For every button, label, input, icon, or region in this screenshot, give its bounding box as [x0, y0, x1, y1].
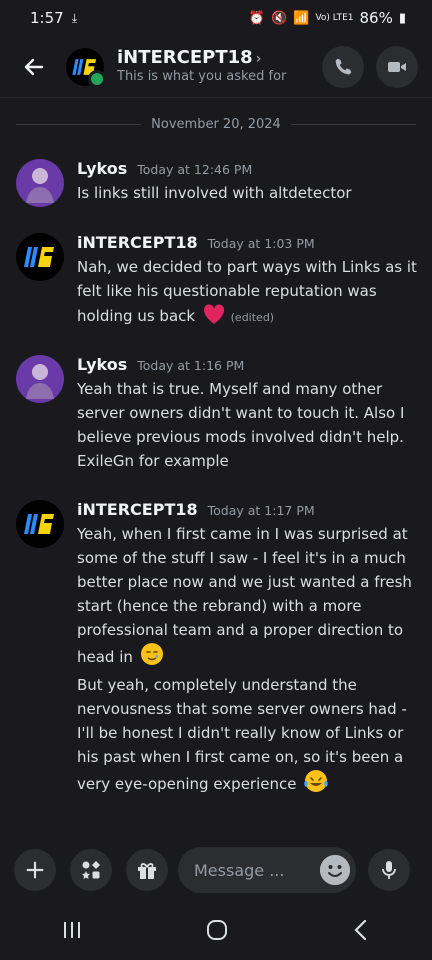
home-icon — [207, 920, 227, 940]
red-heart-emoji-icon — [203, 304, 224, 324]
download-icon: ⤓ — [71, 10, 77, 25]
message-author[interactable]: Lykos — [77, 355, 127, 374]
wifi-icon: 📶 — [293, 10, 310, 26]
message-input[interactable] — [192, 859, 296, 881]
channel-subtitle: This is what you asked for — [117, 69, 287, 85]
network-label: Vo) LTE1 — [315, 13, 354, 23]
message-text: But yeah, completely understand the nerv… — [77, 676, 407, 793]
phone-icon — [335, 58, 352, 74]
mute-icon: 🔇 — [271, 10, 288, 26]
message[interactable]: iNTERCEPT18 Today at 1:17 PM Yeah, when … — [16, 500, 420, 796]
channel-title: iNTERCEPT18 — [117, 47, 253, 69]
online-status-dot — [88, 69, 106, 88]
back-button[interactable] — [20, 53, 48, 81]
home-button[interactable] — [205, 918, 229, 946]
message-timestamp: Today at 1:03 PM — [207, 236, 315, 251]
chevron-left-icon — [354, 919, 367, 941]
message-text: Yeah that is true. Myself and many other… — [77, 380, 405, 470]
battery-icon: ▮ — [398, 10, 406, 26]
date-divider: November 20, 2024 — [16, 117, 416, 132]
message-author[interactable]: Lykos — [77, 159, 127, 178]
voice-message-button[interactable] — [368, 849, 410, 891]
smiling-tear-emoji-icon — [140, 643, 163, 665]
divider-line — [16, 124, 142, 125]
message-content: Nah, we decided to part ways with Links … — [77, 255, 420, 330]
message-author[interactable]: iNTERCEPT18 — [77, 500, 198, 519]
message-content: But yeah, completely understand the nerv… — [77, 673, 420, 796]
message-text: Is links still involved with altdetector — [77, 184, 352, 202]
video-camera-icon — [388, 61, 406, 72]
battery-level: 86% — [359, 9, 393, 27]
message[interactable]: iNTERCEPT18 Today at 1:03 PM Nah, we dec… — [16, 233, 420, 330]
recent-apps-icon — [64, 922, 80, 938]
divider-line — [290, 124, 416, 125]
apps-icon — [82, 861, 100, 879]
alarm-icon: ⏰ — [248, 10, 266, 26]
message-timestamp: Today at 1:17 PM — [207, 503, 315, 518]
edited-label: (edited) — [230, 311, 275, 324]
back-nav-button[interactable] — [351, 918, 371, 946]
message[interactable]: Lykos Today at 12:46 PM Is links still i… — [16, 159, 420, 207]
emoji-icon — [320, 855, 350, 885]
date-label: November 20, 2024 — [151, 117, 281, 132]
intercept18-avatar[interactable] — [16, 500, 64, 548]
tears-of-joy-emoji-icon — [304, 770, 329, 792]
arrow-left-icon — [24, 58, 44, 75]
recent-apps-button[interactable] — [61, 920, 83, 944]
channel-header: iNTERCEPT18 › This is what you asked for — [0, 36, 432, 98]
gift-button[interactable] — [126, 849, 168, 891]
intercept18-avatar[interactable] — [16, 233, 64, 281]
chevron-right-icon: › — [255, 51, 262, 68]
message-author[interactable]: iNTERCEPT18 — [77, 233, 198, 252]
lykos-avatar[interactable] — [16, 159, 64, 207]
status-bar: 1:57 ⤓ ⏰ 🔇 📶 Vo) LTE1 86% ▮ — [0, 0, 432, 36]
status-time: 1:57 — [30, 9, 64, 27]
add-attachment-button[interactable] — [14, 849, 56, 891]
message-content: Yeah, when I first came in I was surpris… — [77, 522, 420, 669]
header-text[interactable]: iNTERCEPT18 › This is what you asked for — [117, 48, 322, 84]
system-nav-bar — [0, 904, 432, 960]
message[interactable]: Lykos Today at 1:16 PM Yeah that is true… — [16, 355, 420, 473]
emoji-button[interactable] — [320, 855, 350, 885]
message-timestamp: Today at 1:16 PM — [137, 358, 245, 373]
message-text: Yeah, when I first came in I was surpris… — [77, 525, 412, 666]
message-input-container[interactable] — [178, 847, 356, 893]
microphone-icon — [382, 861, 396, 879]
video-call-button[interactable] — [376, 45, 418, 88]
apps-button[interactable] — [70, 849, 112, 891]
message-timestamp: Today at 12:46 PM — [137, 162, 253, 177]
plus-icon — [26, 861, 44, 879]
voice-call-button[interactable] — [322, 45, 364, 88]
lykos-avatar[interactable] — [16, 355, 64, 403]
composer-bar — [0, 840, 432, 900]
header-avatar[interactable] — [66, 47, 106, 88]
gift-icon — [138, 863, 156, 879]
